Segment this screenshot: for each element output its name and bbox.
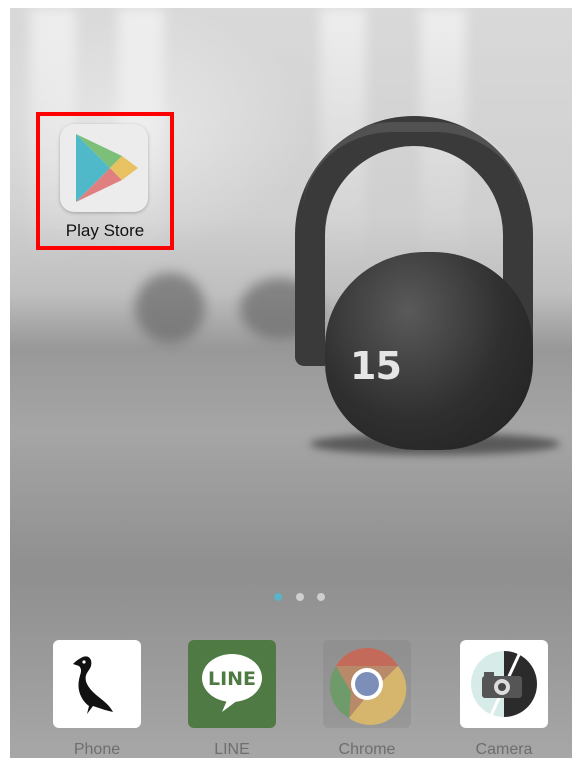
page-indicator <box>274 593 334 603</box>
dock-label-chrome: Chrome <box>338 741 396 758</box>
line-icon-text: LINE <box>208 668 256 690</box>
dock-label-camera: Camera <box>475 741 533 758</box>
home-screen: 15 Play Store Phone LINE LINE Chrome Cam… <box>10 8 572 758</box>
dock-app-phone[interactable] <box>53 640 141 728</box>
play-store-label: Play Store <box>65 221 145 240</box>
dock-label-phone: Phone <box>73 741 121 758</box>
camera-icon <box>471 647 537 723</box>
dock-app-chrome[interactable] <box>323 640 411 728</box>
chrome-icon <box>329 648 407 725</box>
play-store-app[interactable] <box>60 124 148 212</box>
line-icon: LINE <box>202 654 262 712</box>
dock-app-line[interactable]: LINE <box>188 640 276 728</box>
kettlebell-weight-label: 15 <box>350 344 402 388</box>
play-store-icon <box>76 134 138 202</box>
page-dot <box>317 593 325 601</box>
page-dot <box>296 593 304 601</box>
phone-bird-icon <box>73 656 113 714</box>
wallpaper-blurred-weight <box>135 273 205 343</box>
dock-app-camera[interactable] <box>460 640 548 728</box>
page-dot-active <box>274 593 282 601</box>
dock-label-line: LINE <box>214 741 250 758</box>
